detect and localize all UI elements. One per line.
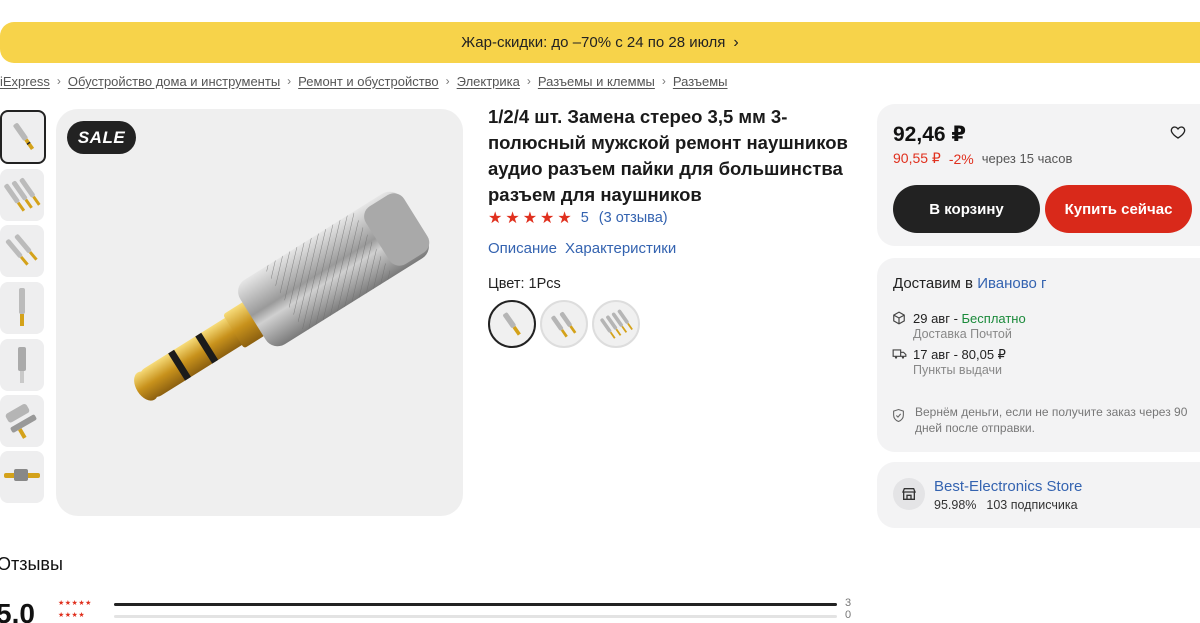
delivery-method: Пункты выдачи <box>913 363 1003 377</box>
delivery-option-pickup: 17 авг - 80,05 ₽ <box>913 347 1006 362</box>
chevron-right-icon: › <box>733 33 739 51</box>
discount-time: через 15 часов <box>981 151 1073 166</box>
chevron-right-icon: › <box>445 74 450 88</box>
breadcrumb-item[interactable]: Разъемы и клеммы <box>538 74 655 89</box>
product-image[interactable] <box>56 109 463 516</box>
rating-value: 5 <box>580 210 589 226</box>
refund-note: Вернём деньги, если не получите заказ че… <box>915 405 1188 435</box>
breadcrumb-item[interactable]: Электрика <box>457 74 520 89</box>
heart-icon[interactable] <box>1170 124 1186 145</box>
chevron-right-icon: › <box>56 74 61 88</box>
store-card[interactable] <box>877 462 1200 528</box>
color-option[interactable] <box>488 300 536 348</box>
gallery-thumbnail[interactable] <box>0 110 46 164</box>
gallery-thumbnail[interactable] <box>0 395 44 447</box>
gallery-thumbnail[interactable] <box>0 282 44 334</box>
delivery-city-link[interactable]: Иваново г <box>977 275 1046 292</box>
store-rating: 95.98% <box>934 498 977 512</box>
truck-icon <box>892 347 907 364</box>
chevron-right-icon: › <box>287 74 292 88</box>
reviews-link[interactable]: (3 отзыва) <box>599 210 668 226</box>
color-option[interactable] <box>592 300 640 348</box>
gallery-thumbnail[interactable] <box>0 225 44 277</box>
breadcrumb-item[interactable]: Обустройство дома и инструменты <box>68 74 280 89</box>
discount-price: 90,55 ₽ <box>893 150 941 166</box>
store-meta: 95.98% 103 подписчика <box>934 498 1078 512</box>
reviews-score: 5.0 <box>0 598 35 623</box>
breadcrumb: iExpress › Обустройство дома и инструмен… <box>0 72 728 90</box>
product-rating: ★★★★★ 5 (3 отзыва) <box>488 208 668 228</box>
review-row-bar <box>114 603 837 606</box>
product-title: 1/2/4 шт. Замена стерео 3,5 мм 3-полюсны… <box>488 106 848 205</box>
delivery-date: 17 авг <box>913 347 950 362</box>
delivery-price: 80,05 ₽ <box>961 347 1006 362</box>
tab-description[interactable]: Описание <box>488 240 557 257</box>
review-row-count: 3 <box>845 597 852 609</box>
breadcrumb-item[interactable]: Разъемы <box>673 74 728 89</box>
review-row-stars: ★★★★ <box>58 612 86 619</box>
price: 92,46 ₽ <box>893 123 966 146</box>
store-subscribers: 103 подписчика <box>986 498 1078 512</box>
delivery-option-post: 29 авг - Бесплатно <box>913 311 1026 326</box>
color-option[interactable] <box>540 300 588 348</box>
box-icon <box>892 311 906 328</box>
tab-specifications[interactable]: Характеристики <box>565 240 676 257</box>
delivery-label: Доставим в <box>893 275 974 292</box>
promo-text: Жар-скидки: до –70% с 24 по 28 июля <box>461 34 726 51</box>
review-row-stars: ★★★★★ <box>58 600 92 607</box>
sale-badge: SALE <box>67 121 136 154</box>
color-label: Цвет: 1Pcs <box>488 276 561 292</box>
delivery-title: Доставим в Иваново г <box>893 275 1047 292</box>
store-icon <box>893 478 925 510</box>
store-name-link[interactable]: Best-Electronics Store <box>934 478 1082 495</box>
buy-now-button[interactable]: Купить сейчас <box>1045 185 1192 233</box>
shield-icon <box>892 408 905 426</box>
chevron-right-icon: › <box>526 74 531 88</box>
chevron-right-icon: › <box>661 74 666 88</box>
promo-banner[interactable]: Жар-скидки: до –70% с 24 по 28 июля › <box>0 22 1200 63</box>
delivery-date: 29 авг <box>913 311 950 326</box>
discount-percent: -2% <box>948 150 974 167</box>
breadcrumb-item[interactable]: iExpress <box>0 74 50 89</box>
breadcrumb-item[interactable]: Ремонт и обустройство <box>298 74 438 89</box>
rating-stars: ★★★★★ <box>488 210 575 227</box>
review-row-bar <box>114 615 837 618</box>
discount-info: 90,55 ₽ -2% через 15 часов <box>893 150 1072 167</box>
reviews-heading: Отзывы <box>0 554 63 574</box>
delivery-method: Доставка Почтой <box>913 327 1012 341</box>
product-tabs: Описание Характеристики <box>488 240 676 257</box>
add-to-cart-button[interactable]: В корзину <box>893 185 1040 233</box>
delivery-price: Бесплатно <box>961 311 1026 326</box>
gallery-thumbnail[interactable] <box>0 169 44 221</box>
gallery-thumbnail[interactable] <box>0 339 44 391</box>
review-row-count: 0 <box>845 609 852 621</box>
gallery-thumbnail[interactable] <box>0 451 44 503</box>
